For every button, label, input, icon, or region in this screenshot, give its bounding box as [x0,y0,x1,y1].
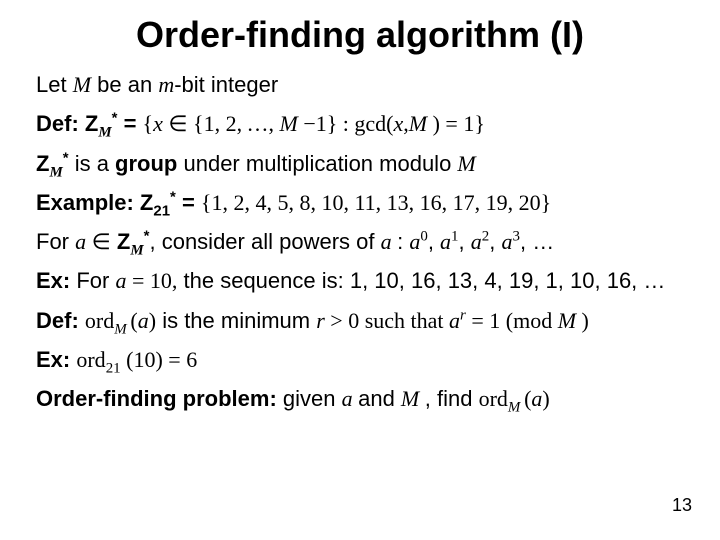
text: under multiplication modulo [177,151,457,176]
var-M: M [558,308,582,333]
text: = [176,190,201,215]
brace-open: { [201,190,212,215]
text: , consider all powers of [149,229,380,254]
text: , [459,229,471,254]
line-group: ZM* is a group under multiplication modu… [36,151,684,176]
var-M: M [457,151,475,176]
sub-M: M [508,400,524,416]
text: > 0 such that [330,308,449,333]
exp: 1 [451,229,458,245]
text: ) = 1 [433,111,475,136]
line-example-z21: Example: Z21* = {1, 2, 4, 5, 8, 10, 11, … [36,190,684,215]
text: Let [36,72,73,97]
var-r: r [316,308,330,333]
var-x: x [153,111,168,136]
var-a: a [440,229,451,254]
text: , find [425,386,479,411]
text: ) [582,308,589,333]
var-a: a [75,229,92,254]
element-of-icon: ∈ [92,229,111,254]
var-x: x [394,111,404,136]
var-a: a [409,229,420,254]
text: and [358,386,401,411]
var-a: a [342,386,359,411]
var-a: a [138,308,149,333]
brace-close: } [474,111,485,136]
text: ) [542,386,549,411]
var-M: M [280,111,304,136]
text: = 1 (mod [466,308,558,333]
text: , … [520,229,554,254]
exp: 3 [512,229,519,245]
sub-M: M [130,243,143,259]
line-powers: For a ∈ ZM*, consider all powers of a : … [36,229,684,254]
text: Z [36,151,49,176]
text: Ex: [36,268,70,293]
element-of-icon: ∈ [168,111,187,136]
ord: ord [76,347,105,372]
text: {1, 2, …, [188,111,280,136]
text: = [117,111,142,136]
text: ( [130,308,137,333]
text: , [489,229,501,254]
line-let: Let M be an m-bit integer [36,72,684,97]
var-m: m [158,72,174,97]
var-M: M [401,386,425,411]
page-number: 13 [672,495,692,516]
text: −1} : gcd( [303,111,393,136]
sub-21: 21 [106,360,121,376]
ord: ord [479,386,508,411]
text: is a [69,151,115,176]
set-values: 1, 2, 4, 5, 8, 10, 11, 13, 16, 17, 19, 2… [211,190,540,215]
text: Order-finding problem: [36,386,277,411]
line-def-ord: Def: ordM (a) is the minimum r > 0 such … [36,308,684,333]
text: Def: [36,308,85,333]
line-ex-ord: Ex: ord21 (10) = 6 [36,347,684,372]
text: ) [149,308,156,333]
line-ex-sequence: Ex: For a = 10, the sequence is: 1, 10, … [36,268,684,293]
bold-group: group [115,151,177,176]
brace-open: { [143,111,154,136]
text: Def: Z [36,111,98,136]
text: is the minimum [156,308,316,333]
exp: 0 [420,229,427,245]
brace-close: } [541,190,552,215]
text: (10) = 6 [121,347,198,372]
text: given [277,386,342,411]
var-a: a [531,386,542,411]
sub-M: M [98,125,111,141]
slide: Order-finding algorithm (I) Let M be an … [0,0,720,540]
sub-M: M [114,321,130,337]
var-a: a [471,229,482,254]
text: , [428,229,440,254]
var-a: a [449,308,460,333]
line-problem: Order-finding problem: given a and M , f… [36,386,684,411]
var-M: M [409,111,433,136]
text: = 10, [132,268,177,293]
text: For [70,268,115,293]
text: Z [111,229,131,254]
sub-21: 21 [153,202,170,219]
text: be an [91,72,158,97]
text: Example: Z [36,190,153,215]
text: Ex: [36,347,76,372]
slide-title: Order-finding algorithm (I) [36,14,684,56]
var-M: M [73,72,91,97]
line-def-zm: Def: ZM* = {x ∈ {1, 2, …, M −1} : gcd(x,… [36,111,684,136]
sub-M: M [49,164,62,180]
text: For [36,229,75,254]
text: : [397,229,409,254]
var-a: a [115,268,132,293]
var-a: a [501,229,512,254]
var-a: a [381,229,398,254]
sequence: the sequence is: 1, 10, 16, 13, 4, 19, 1… [177,268,665,293]
ord: ord [85,308,114,333]
text: -bit integer [174,72,278,97]
